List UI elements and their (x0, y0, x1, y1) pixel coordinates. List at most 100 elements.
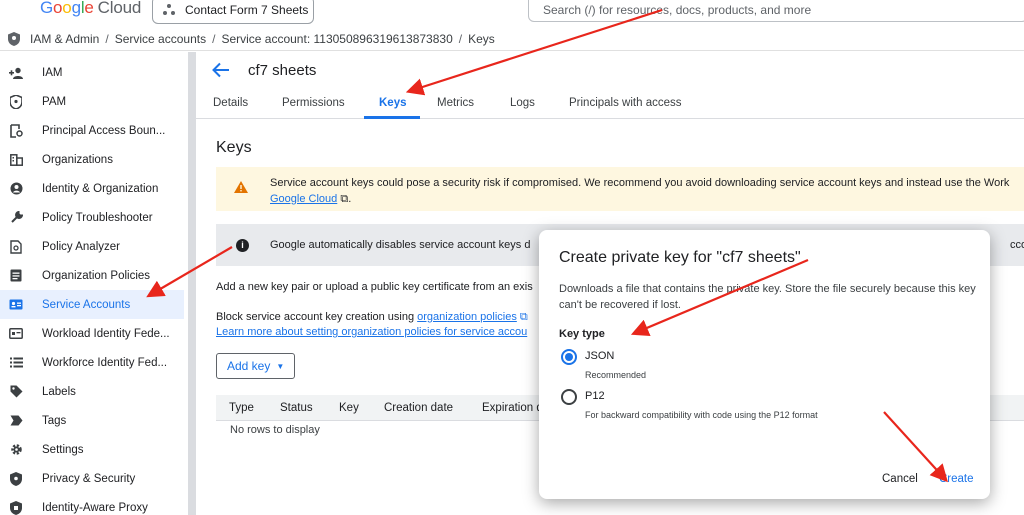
sidebar-item-label: Settings (42, 443, 84, 456)
warning-text: Service account keys could pose a securi… (270, 177, 1010, 205)
sidebar-item-label: IAM (42, 66, 63, 79)
json-option-help: Recommended (585, 370, 647, 380)
tab-keys[interactable]: Keys (379, 97, 407, 109)
sidebar-item-privacy-security[interactable]: Privacy & Security (0, 464, 184, 493)
sidebar-item-settings[interactable]: Settings (0, 435, 184, 464)
google-cloud-logo[interactable]: Google Cloud (40, 0, 141, 18)
active-tab-indicator (364, 116, 420, 119)
info-icon: i (236, 239, 249, 252)
workload-identity-icon (9, 327, 23, 341)
policy-analyzer-icon (9, 239, 23, 254)
breadcrumb-separator: / (105, 32, 109, 46)
column-header-creation-date[interactable]: Creation date (384, 402, 453, 414)
block-key-creation-text: Block service account key creation using… (216, 311, 528, 323)
sidebar-item-label: Privacy & Security (42, 472, 136, 485)
sidebar-item-label: Identity & Organization (42, 182, 159, 195)
empty-table-text: No rows to display (230, 424, 320, 436)
sidebar-item-labels[interactable]: Labels (0, 377, 184, 406)
cancel-button[interactable]: Cancel (882, 473, 918, 485)
caret-down-icon: ▼ (276, 361, 285, 371)
column-header-expiration-date[interactable]: Expiration d (482, 402, 543, 414)
warning-banner: Service account keys could pose a securi… (216, 167, 1024, 211)
project-name: Contact Form 7 Sheets (185, 3, 309, 17)
sidebar: IAM PAM Principal Access Boun... Organiz… (0, 58, 188, 515)
breadcrumb-service-accounts[interactable]: Service accounts (115, 32, 206, 46)
access-boundary-icon (9, 123, 23, 138)
sidebar-item-pam[interactable]: PAM (0, 87, 184, 116)
breadcrumb-keys: Keys (468, 32, 495, 46)
tab-metrics[interactable]: Metrics (437, 97, 474, 109)
person-add-icon (9, 66, 23, 80)
shield-icon (8, 32, 20, 46)
breadcrumb-separator: / (212, 32, 216, 46)
tab-permissions[interactable]: Permissions (282, 97, 345, 109)
p12-radio[interactable] (561, 389, 577, 405)
learn-more-link[interactable]: Learn more about setting organization po… (216, 326, 527, 338)
iap-icon (9, 500, 23, 515)
breadcrumb-service-account[interactable]: Service account: 113050896319613873830 (221, 32, 452, 46)
column-header-status[interactable]: Status (280, 402, 313, 414)
sidebar-item-policy-troubleshooter[interactable]: Policy Troubleshooter (0, 203, 184, 232)
sidebar-item-label: Workforce Identity Fed... (42, 356, 168, 369)
sidebar-item-service-accounts[interactable]: Service Accounts (0, 290, 184, 319)
org-policies-icon (9, 269, 23, 283)
dialog-title: Create private key for "cf7 sheets" (559, 249, 801, 266)
sidebar-item-workforce-identity-federation[interactable]: Workforce Identity Fed... (0, 348, 184, 377)
sidebar-item-label: Identity-Aware Proxy (42, 501, 148, 514)
sidebar-item-label: Organization Policies (42, 269, 151, 282)
breadcrumb-separator: / (458, 32, 463, 46)
p12-option-help: For backward compatibility with code usi… (585, 410, 818, 420)
breadcrumb: IAM & Admin / Service accounts / Service… (0, 28, 1024, 51)
dialog-description: Downloads a file that contains the priva… (559, 283, 976, 311)
top-bar: Google Cloud Contact Form 7 Sheets Search… (0, 0, 1024, 28)
tab-bar: Details Permissions Keys Metrics Logs Pr… (196, 91, 1024, 119)
sidebar-item-organization-policies[interactable]: Organization Policies (0, 261, 184, 290)
back-arrow-icon[interactable] (212, 62, 230, 78)
service-account-icon (9, 298, 23, 312)
sidebar-item-identity-aware-proxy[interactable]: Identity-Aware Proxy (0, 493, 184, 515)
create-button[interactable]: Create (939, 473, 974, 485)
section-title: Keys (216, 139, 252, 156)
sidebar-item-label: Workload Identity Fede... (42, 327, 170, 340)
warning-icon (234, 181, 248, 193)
create-private-key-dialog: Create private key for "cf7 sheets" Down… (539, 230, 990, 499)
sidebar-item-policy-analyzer[interactable]: Policy Analyzer (0, 232, 184, 261)
identity-icon (9, 182, 23, 196)
breadcrumb-iam-admin[interactable]: IAM & Admin (30, 32, 99, 46)
sidebar-item-identity-organization[interactable]: Identity & Organization (0, 174, 184, 203)
organization-policies-link[interactable]: organization policies (417, 311, 517, 323)
search-input[interactable]: Search (/) for resources, docs, products… (528, 0, 1024, 22)
key-type-label: Key type (559, 328, 605, 340)
privacy-icon (9, 471, 23, 486)
sidebar-item-tags[interactable]: Tags (0, 406, 184, 435)
sidebar-scrollbar[interactable] (188, 52, 196, 515)
sidebar-item-label: Labels (42, 385, 76, 398)
tab-principals-with-access[interactable]: Principals with access (569, 97, 681, 109)
project-picker-button[interactable]: Contact Form 7 Sheets (152, 0, 314, 24)
project-dots-icon (163, 4, 175, 16)
json-radio[interactable] (561, 349, 577, 365)
tab-logs[interactable]: Logs (510, 97, 535, 109)
gear-icon (9, 443, 23, 457)
workforce-identity-icon (9, 356, 23, 370)
google-cloud-link[interactable]: Google Cloud (270, 193, 337, 205)
info-text-right: ccountK (1010, 239, 1024, 251)
sidebar-item-label: Policy Troubleshooter (42, 211, 153, 224)
sidebar-item-iam[interactable]: IAM (0, 58, 184, 87)
json-option-label[interactable]: JSON (585, 350, 614, 362)
external-link-icon: ⧉ (519, 311, 528, 323)
add-key-button[interactable]: Add key ▼ (216, 353, 295, 379)
wrench-icon (9, 211, 23, 225)
tab-details[interactable]: Details (213, 97, 248, 109)
external-link-icon: ⧉ (340, 193, 349, 205)
column-header-type[interactable]: Type (229, 402, 254, 414)
organizations-icon (9, 153, 23, 167)
sidebar-item-label: Tags (42, 414, 67, 427)
sidebar-item-label: Organizations (42, 153, 113, 166)
sidebar-item-organizations[interactable]: Organizations (0, 145, 184, 174)
p12-option-label[interactable]: P12 (585, 390, 605, 402)
sidebar-item-workload-identity-federation[interactable]: Workload Identity Fede... (0, 319, 184, 348)
page-title: cf7 sheets (248, 62, 317, 79)
sidebar-item-principal-access-boundary[interactable]: Principal Access Boun... (0, 116, 184, 145)
column-header-key[interactable]: Key (339, 402, 359, 414)
